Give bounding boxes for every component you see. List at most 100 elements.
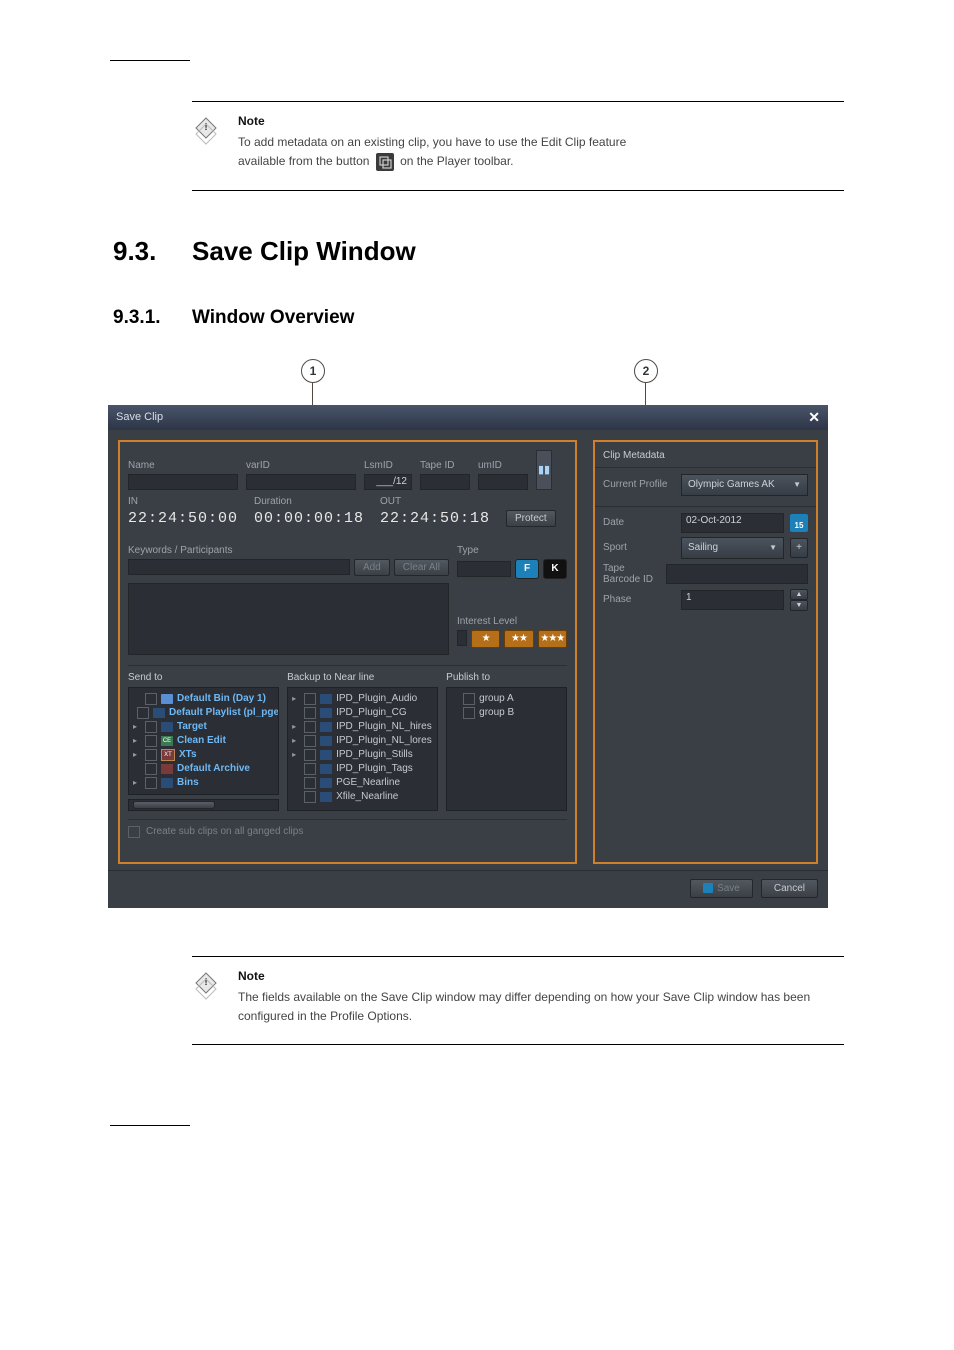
checkbox[interactable]: [304, 707, 316, 719]
tree-item[interactable]: ▸Bins: [133, 776, 274, 790]
folder-dk-icon: [320, 736, 332, 746]
checkbox[interactable]: [304, 791, 316, 803]
tree-item[interactable]: Default Bin (Day 1): [133, 692, 274, 706]
barcode-label: Tape Barcode ID: [603, 563, 660, 585]
subsection-title: Window Overview: [192, 307, 354, 328]
scroll-button[interactable]: ▮▮: [536, 450, 552, 490]
tree-item-label: group B: [479, 707, 514, 718]
umid-input[interactable]: [478, 474, 528, 490]
sendto-tree[interactable]: Default Bin (Day 1) Default Playlist (pl_…: [128, 687, 279, 795]
folder-icon: [161, 694, 173, 704]
checkbox[interactable]: [463, 693, 475, 705]
lsmid-input[interactable]: ___/12: [364, 474, 412, 490]
publish-header: Publish to: [446, 672, 567, 683]
tree-item[interactable]: IPD_Plugin_Tags: [292, 762, 433, 776]
profile-dropdown[interactable]: Olympic Games AK ▼: [681, 474, 808, 496]
tree-item[interactable]: IPD_Plugin_CG: [292, 706, 433, 720]
tree-item[interactable]: Default Archive: [133, 762, 274, 776]
tree-item[interactable]: group A: [451, 692, 562, 706]
checkbox[interactable]: [145, 735, 157, 747]
callout-1: 1: [301, 359, 325, 383]
checkbox[interactable]: [304, 721, 316, 733]
add-button[interactable]: Add: [354, 559, 390, 576]
tree-item[interactable]: group B: [451, 706, 562, 720]
close-icon[interactable]: ✕: [808, 409, 820, 426]
checkbox[interactable]: [304, 763, 316, 775]
save-icon: [703, 883, 713, 893]
tree-item-label: Default Bin (Day 1): [177, 693, 266, 704]
tree-item[interactable]: ▸CEClean Edit: [133, 734, 274, 748]
phase-input[interactable]: 1: [681, 590, 784, 610]
tree-item-label: group A: [479, 693, 513, 704]
cancel-button[interactable]: Cancel: [761, 879, 818, 898]
barcode-input[interactable]: [666, 564, 808, 584]
sendto-scrollbar[interactable]: [128, 799, 279, 811]
subclips-checkbox[interactable]: [128, 826, 140, 838]
checkbox[interactable]: [145, 693, 157, 705]
type-k-button[interactable]: K: [543, 559, 567, 579]
star-3-button[interactable]: ★★★: [538, 630, 567, 648]
checkbox[interactable]: [145, 749, 157, 761]
checkbox[interactable]: [304, 749, 316, 761]
tree-item[interactable]: ▸IPD_Plugin_NL_hires: [292, 720, 433, 734]
tree-item-label: Default Playlist (pl_pge_110: [169, 707, 279, 718]
clear-all-button[interactable]: Clear All: [394, 559, 449, 576]
folder-dk-icon: [320, 764, 332, 774]
subsection-heading: 9.3.1. Window Overview: [192, 307, 844, 329]
checkbox[interactable]: [137, 707, 149, 719]
tree-item[interactable]: ▸IPD_Plugin_Stills: [292, 748, 433, 762]
checkbox[interactable]: [304, 735, 316, 747]
tree-item[interactable]: ▸Target: [133, 720, 274, 734]
note-1-title: Note: [238, 112, 844, 131]
header-rule: [110, 60, 190, 61]
tree-item[interactable]: Xfile_Nearline: [292, 790, 433, 804]
date-label: Date: [603, 517, 675, 528]
sport-add-button[interactable]: +: [790, 538, 808, 558]
window-title: Save Clip: [116, 411, 163, 423]
folder-dk-icon: [320, 778, 332, 788]
sport-dropdown[interactable]: Sailing ▼: [681, 537, 784, 559]
backup-tree[interactable]: ▸IPD_Plugin_AudioIPD_Plugin_CG▸IPD_Plugi…: [287, 687, 438, 811]
subsection-number: 9.3.1.: [113, 307, 161, 329]
titlebar: Save Clip ✕: [108, 405, 828, 430]
tree-item-label: Target: [177, 721, 207, 732]
tree-item[interactable]: ▸IPD_Plugin_Audio: [292, 692, 433, 706]
note-1: ! Note To add metadata on an existing cl…: [192, 101, 844, 191]
tree-item[interactable]: PGE_Nearline: [292, 776, 433, 790]
calendar-icon[interactable]: 15: [790, 514, 808, 532]
interest-label: Interest Level: [457, 616, 567, 627]
protect-button[interactable]: Protect: [506, 510, 556, 527]
checkbox[interactable]: [304, 777, 316, 789]
checkbox[interactable]: [145, 763, 157, 775]
tapeid-input[interactable]: [420, 474, 470, 490]
screenshot: 1 2 Save Clip ✕ Name: [108, 359, 828, 908]
checkbox[interactable]: [145, 721, 157, 733]
publish-tree[interactable]: group A group B: [446, 687, 567, 811]
note-2-text: The fields available on the Save Clip wi…: [238, 990, 810, 1023]
tree-item-label: IPD_Plugin_Tags: [336, 763, 413, 774]
tree-item[interactable]: ▸IPD_Plugin_NL_lores: [292, 734, 433, 748]
tree-item[interactable]: ▸XTXTs: [133, 748, 274, 762]
star-1-button[interactable]: ★: [471, 630, 500, 648]
tree-item-label: IPD_Plugin_Audio: [336, 693, 417, 704]
checkbox[interactable]: [463, 707, 475, 719]
keywords-list[interactable]: [128, 583, 449, 655]
tree-item-label: Bins: [177, 777, 199, 788]
clip-metadata-header: Clip Metadata: [603, 450, 808, 461]
section-number: 9.3.: [113, 236, 156, 267]
note-2-title: Note: [238, 967, 844, 986]
checkbox[interactable]: [304, 693, 316, 705]
tree-item[interactable]: Default Playlist (pl_pge_110: [133, 706, 274, 720]
name-input[interactable]: [128, 474, 238, 490]
callout-2: 2: [634, 359, 658, 383]
star-2-button[interactable]: ★★: [504, 630, 533, 648]
phase-up-button[interactable]: ▲: [790, 589, 808, 600]
phase-down-button[interactable]: ▼: [790, 600, 808, 611]
tree-item-label: IPD_Plugin_Stills: [336, 749, 413, 760]
varid-input[interactable]: [246, 474, 356, 490]
date-input[interactable]: 02-Oct-2012: [681, 513, 784, 533]
save-button[interactable]: Save: [690, 879, 753, 898]
checkbox[interactable]: [145, 777, 157, 789]
note-2: ! Note The fields available on the Save …: [192, 956, 844, 1046]
type-f-button[interactable]: F: [515, 559, 539, 579]
